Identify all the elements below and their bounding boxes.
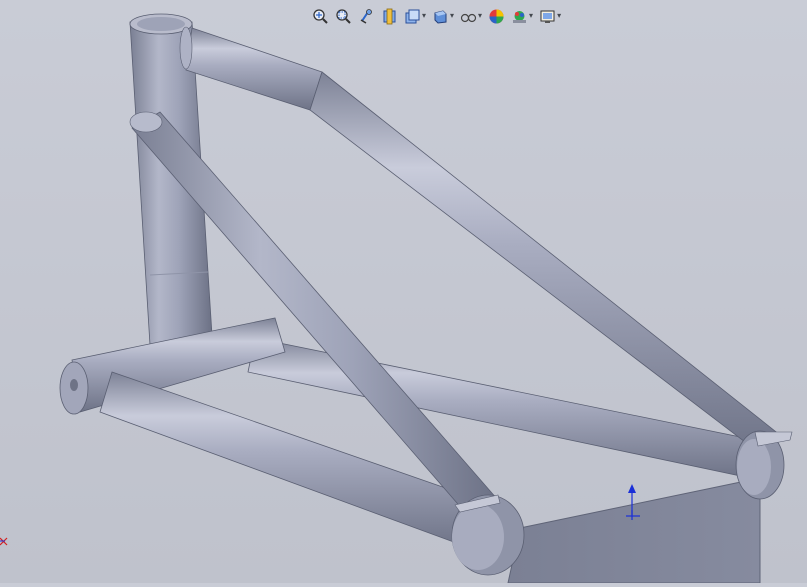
zoom-to-area-icon <box>336 8 351 24</box>
view-settings-icon <box>540 10 555 23</box>
zoom-to-fit-icon <box>313 8 328 24</box>
top-tube-front <box>185 27 323 111</box>
view-orientation-button[interactable]: ▾ <box>402 7 428 26</box>
apply-scene-icon <box>513 10 527 23</box>
view-settings-button[interactable]: ▾ <box>537 7 563 26</box>
previous-view-button[interactable] <box>356 7 377 26</box>
previous-view-icon <box>360 8 372 24</box>
edit-appearance-button[interactable] <box>486 7 507 26</box>
hide-show-items-icon <box>460 13 477 22</box>
heads-up-view-toolbar: ▾ ▾ ▾ ▾ ▾ <box>310 4 563 28</box>
chevron-down-icon: ▾ <box>450 11 455 20</box>
origin-marker-icon <box>0 537 8 546</box>
zoom-to-fit-button[interactable] <box>310 7 331 26</box>
edit-appearance-icon <box>489 9 504 23</box>
graphics-area[interactable] <box>0 0 807 584</box>
display-style-icon <box>434 9 447 24</box>
apply-scene-button[interactable]: ▾ <box>509 7 535 26</box>
hide-show-items-button[interactable]: ▾ <box>458 7 484 26</box>
chevron-down-icon: ▾ <box>422 11 427 20</box>
dropout-plate <box>507 477 761 584</box>
section-view-icon <box>383 8 396 24</box>
section-view-button[interactable] <box>379 7 400 26</box>
chevron-down-icon: ▾ <box>557 11 562 20</box>
zoom-to-area-button[interactable] <box>333 7 354 26</box>
display-style-button[interactable]: ▾ <box>430 7 456 26</box>
chevron-down-icon: ▾ <box>529 11 534 20</box>
view-orientation-icon <box>405 9 420 23</box>
chevron-down-icon: ▾ <box>478 11 483 20</box>
bike-frame-model[interactable] <box>0 0 807 584</box>
